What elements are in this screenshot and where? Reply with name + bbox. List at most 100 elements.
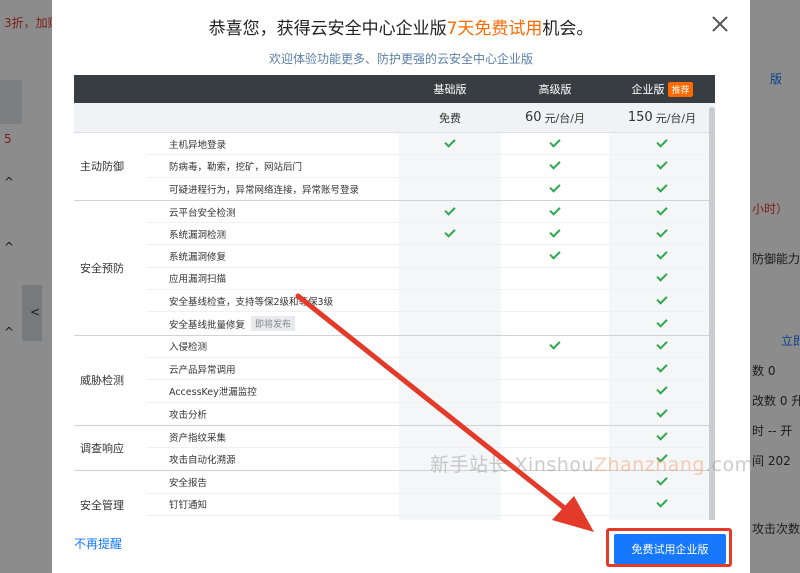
price-enterprise-amount: 150 [627, 110, 653, 125]
cell-advanced [501, 358, 609, 379]
table-row: 系统漏洞修复 [147, 245, 715, 268]
cell-basic [399, 335, 501, 357]
cell-basic [399, 267, 501, 290]
check-icon [656, 315, 668, 328]
table-row: 资产指纹采集 [147, 425, 715, 449]
cell-enterprise [609, 133, 715, 155]
cell-enterprise [609, 335, 715, 357]
cell-enterprise [609, 155, 715, 177]
modal-title: 恭喜您，获得云安全中心企业版7天免费试用机会。 [52, 14, 750, 39]
cell-basic [399, 200, 501, 223]
feature-label: 攻击自动化溯源 [169, 455, 236, 467]
cell-enterprise [609, 402, 715, 425]
table-row: 安全基线检查，支持等保2级和等保3级 [147, 290, 715, 313]
feature-label: 安全基线检查，支持等保2级和等保3级 [169, 296, 334, 308]
watermark-text: 新手站长 Xinshou [430, 454, 594, 476]
table-row: 安全基线批量修复 即将发布 [147, 312, 715, 335]
cell-enterprise [609, 290, 715, 312]
price-advanced-amount: 60 [525, 110, 542, 125]
check-icon [444, 135, 456, 148]
check-icon [549, 158, 561, 170]
check-icon [549, 226, 561, 238]
feature-label: 系统漏洞修复 [169, 252, 227, 264]
no-remind-link[interactable]: 不再提醒 [74, 535, 122, 552]
feature-cell: 钉钉通知 [147, 494, 399, 515]
cell-basic [399, 245, 501, 267]
feature-cell: AccessKey泄漏监控 [147, 380, 399, 401]
cell-advanced [501, 516, 609, 520]
feature-label: 攻击分析 [169, 409, 208, 421]
cell-advanced [501, 494, 609, 515]
price-basic: 免费 [439, 111, 461, 125]
feature-cell: 云产品异常调用 [147, 358, 399, 379]
cell-advanced [501, 268, 609, 289]
cell-basic [399, 290, 501, 312]
feature-label: AccessKey泄漏监控 [169, 386, 257, 398]
cell-advanced [501, 426, 609, 447]
table-row: 可疑进程行为，异常网络连接，异常账号登录 [147, 177, 715, 200]
cell-enterprise [609, 177, 715, 200]
cell-advanced [501, 155, 609, 176]
group-category-label: 威胁检测 [80, 374, 124, 388]
feature-cell: 日志防篡改 [147, 516, 399, 520]
watermark-suffix: .com [705, 454, 754, 476]
check-icon [656, 226, 668, 238]
check-icon [549, 135, 561, 148]
feature-cell: 应用漏洞扫描 [147, 268, 399, 289]
watermark-highlight: Zhanzhang [593, 454, 705, 476]
free-trial-button[interactable]: 免费试用企业版 [614, 534, 726, 564]
feature-cell: 资产指纹采集 [147, 426, 399, 447]
table-row: 攻击分析 [147, 402, 715, 425]
check-icon [656, 270, 668, 283]
feature-cell: 安全基线批量修复 即将发布 [147, 312, 399, 334]
price-advanced-unit: 元/台/月 [544, 111, 585, 125]
table-row: 云平台安全检测 [147, 200, 715, 224]
cell-advanced [501, 380, 609, 401]
table-header: 基础版 高级版 企业版 推荐 [74, 75, 715, 103]
cell-advanced [501, 178, 609, 200]
table-row: 日志防篡改 [147, 516, 715, 520]
cell-enterprise [609, 425, 715, 448]
feature-cell: 主机异地登录 [147, 133, 399, 154]
price-advanced: 60 元/台/月 [501, 103, 609, 132]
feature-label: 安全基线批量修复 [169, 319, 246, 331]
cell-enterprise [609, 245, 715, 267]
check-icon [549, 181, 561, 193]
feature-cell: 系统漏洞修复 [147, 245, 399, 266]
cell-advanced [501, 336, 609, 357]
price-row: 免费 60 元/台/月 150 元/台/月 [74, 103, 715, 133]
coming-soon-tag: 即将发布 [251, 316, 296, 332]
check-icon [656, 406, 668, 418]
recommend-badge: 推荐 [668, 81, 693, 97]
table-row: AccessKey泄漏监控 [147, 380, 715, 403]
table-row: 主机异地登录 [147, 133, 715, 156]
cell-basic [399, 357, 501, 380]
feature-cell: 安全报告 [147, 471, 399, 492]
cell-enterprise [609, 223, 715, 245]
check-icon [656, 360, 668, 373]
table-row: 入侵检测 [147, 335, 715, 358]
feature-label: 主机异地登录 [169, 139, 227, 151]
feature-label: 防病毒，勒索，挖矿，网站后门 [169, 161, 303, 173]
cell-enterprise [609, 267, 715, 290]
column-enterprise: 企业版 推荐 [609, 75, 715, 103]
cell-enterprise [609, 380, 715, 402]
close-icon[interactable] [710, 14, 730, 34]
check-icon [444, 203, 456, 216]
cell-advanced [501, 245, 609, 266]
cell-basic [399, 425, 501, 448]
feature-label: 云平台安全检测 [169, 207, 236, 219]
check-icon [656, 338, 668, 350]
feature-group: 安全预防 云平台安全检测 系统漏洞检测 系统漏洞修复 应用漏洞扫描 安全基线检查，支持等保… [74, 200, 715, 336]
watermark: 新手站长 XinshouZhanzhang.com [430, 450, 754, 477]
check-icon [656, 135, 668, 148]
check-icon [656, 293, 668, 305]
feature-cell: 可疑进程行为，异常网络连接，异常账号登录 [147, 178, 399, 200]
table-row: 系统漏洞检测 [147, 223, 715, 246]
column-enterprise-label: 企业版 [631, 83, 665, 96]
title-highlight: 7天免费试用 [446, 19, 543, 39]
cell-advanced [501, 133, 609, 154]
column-advanced: 高级版 [538, 83, 572, 96]
feature-label: 安全报告 [169, 478, 208, 490]
check-icon [656, 496, 668, 509]
